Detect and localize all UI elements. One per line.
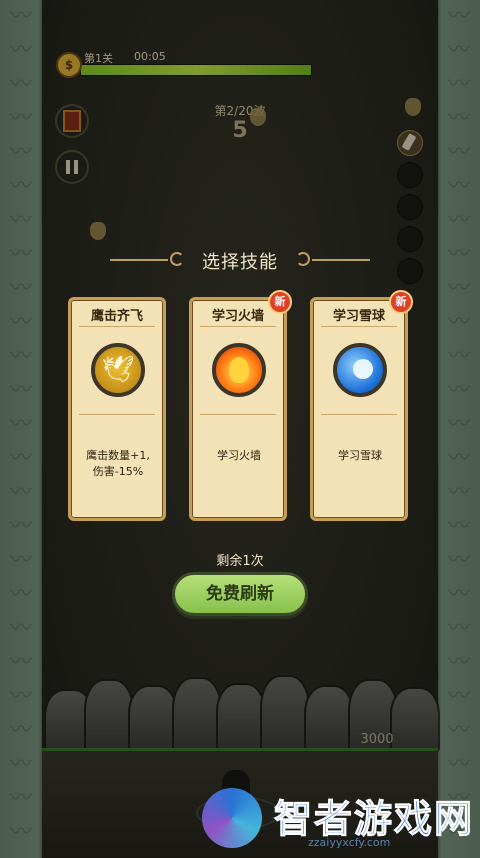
skill-description: 学习火墙 [217, 449, 261, 462]
remaining-refresh-count: 剩余1次 [216, 554, 264, 569]
eagle-icon [91, 343, 145, 397]
site-watermark: 智者游戏网 zzaiyyxcfy.com [200, 782, 480, 858]
watermark-url: zzaiyyxcfy.com [308, 836, 391, 849]
firewall-icon [212, 343, 266, 397]
new-badge: 新 [389, 290, 413, 314]
left-decor-border: 〰〰〰〰〰〰〰〰〰〰〰〰〰〰〰〰〰〰〰〰〰〰〰〰〰 [9, 4, 32, 845]
skill-name: 鹰击齐飞 [90, 309, 143, 324]
free-refresh-button[interactable]: 免费刷新 [172, 572, 308, 616]
watermark-text: 智者游戏网 [273, 797, 475, 842]
skill-card-eagle[interactable]: 鹰击齐飞 鹰击数量+1, 伤害-15% [68, 297, 166, 521]
skill-select-header: 选择技能 [110, 246, 370, 274]
skill-card-firewall[interactable]: 学习火墙 学习火墙 新 [189, 290, 292, 521]
dialog-title: 选择技能 [202, 252, 278, 273]
skill-description: 学习雪球 [338, 449, 382, 462]
watermark-logo-icon [202, 788, 262, 848]
skill-description: 鹰击数量+1, 伤害-15% [86, 449, 150, 478]
snowball-icon [333, 343, 387, 397]
right-decor-border: 〰〰〰〰〰〰〰〰〰〰〰〰〰〰〰〰〰〰〰〰〰〰〰〰〰 [447, 4, 470, 845]
new-badge: 新 [268, 290, 292, 314]
ornament-icon [296, 252, 310, 266]
skill-card-snowball[interactable]: 学习雪球 学习雪球 新 [310, 290, 413, 521]
